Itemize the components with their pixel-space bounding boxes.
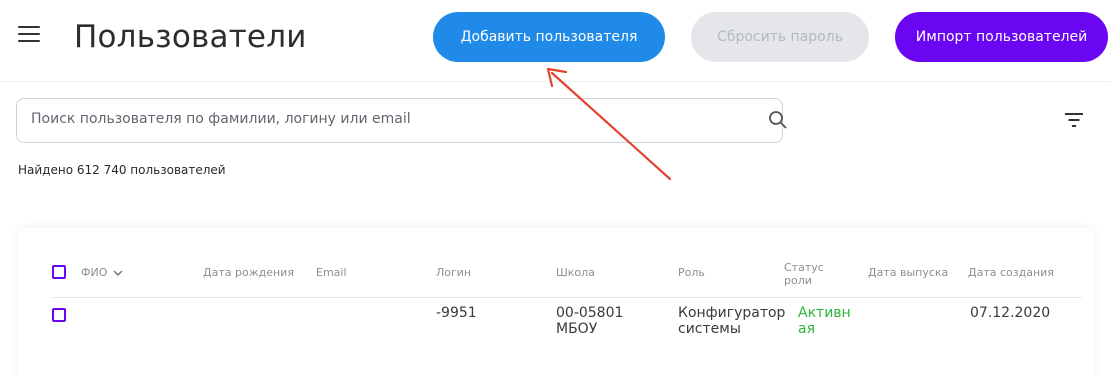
- page-header: Пользователи Добавить пользователя Сброс…: [0, 0, 1110, 82]
- chevron-down-icon[interactable]: [113, 270, 123, 276]
- search-icon[interactable]: [767, 109, 789, 131]
- column-header-release-date: Дата выпуска: [868, 266, 949, 279]
- filter-icon[interactable]: [1063, 111, 1085, 129]
- column-header-role-status-line2: роли: [784, 274, 812, 287]
- results-count: Найдено 612 740 пользователей: [18, 163, 226, 177]
- cell-role-line2: системы: [678, 321, 741, 337]
- column-header-login: Логин: [436, 266, 472, 279]
- reset-password-button[interactable]: Сбросить пароль: [691, 12, 869, 62]
- menu-icon[interactable]: [18, 26, 40, 44]
- cell-school-line1: 00-05801: [556, 305, 624, 321]
- users-table: ФИО Дата рождения Email Логин Школа Роль…: [18, 228, 1094, 375]
- cell-login: -9951: [436, 305, 477, 321]
- column-label-fio: ФИО: [81, 266, 108, 279]
- cell-role-status: Активн ая: [798, 305, 851, 337]
- column-header-fio[interactable]: ФИО: [81, 266, 123, 279]
- column-header-role-status: Статус роли: [784, 261, 824, 287]
- column-header-email: Email: [316, 266, 347, 279]
- row-checkbox[interactable]: [52, 308, 66, 322]
- search-input[interactable]: [31, 111, 731, 127]
- header-divider: [0, 81, 1110, 82]
- column-header-school: Школа: [556, 266, 595, 279]
- import-users-button[interactable]: Импорт пользователей: [895, 12, 1108, 62]
- search-box: [16, 98, 787, 143]
- column-header-created-date: Дата создания: [968, 266, 1054, 279]
- cell-created-date: 07.12.2020: [970, 305, 1051, 321]
- add-user-button[interactable]: Добавить пользователя: [433, 12, 665, 62]
- cell-role-status-line2: ая: [798, 321, 816, 337]
- cell-role-status-line1: Активн: [798, 305, 851, 321]
- column-header-birth-date: Дата рождения: [203, 266, 294, 279]
- cell-role-line1: Конфигуратор: [678, 305, 786, 321]
- header-row-divider: [52, 297, 1082, 298]
- select-all-checkbox[interactable]: [52, 265, 66, 279]
- column-header-role-status-line1: Статус: [784, 261, 824, 274]
- cell-school-line2: МБОУ: [556, 321, 598, 337]
- cell-role: Конфигуратор системы: [678, 305, 785, 337]
- cell-school: 00-05801 МБОУ: [556, 305, 623, 337]
- page-title: Пользователи: [74, 19, 307, 55]
- column-header-role: Роль: [678, 266, 705, 279]
